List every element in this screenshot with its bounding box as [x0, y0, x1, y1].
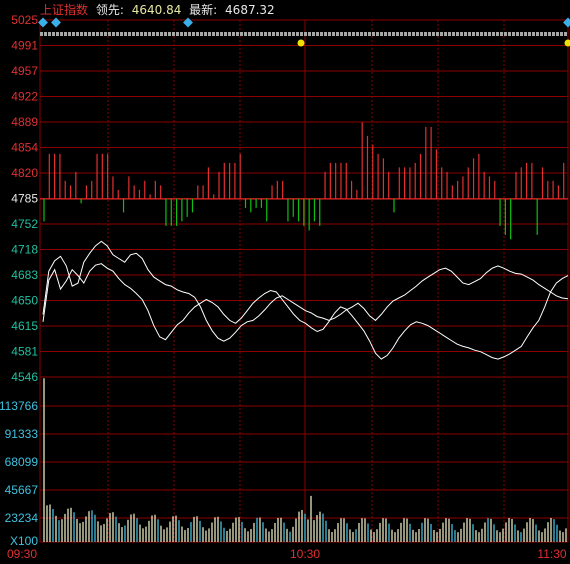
- lead-value: 4640.84: [131, 3, 182, 17]
- price-tick-label: 4581: [11, 345, 38, 359]
- time-tick-label: 10:30: [290, 547, 320, 561]
- volume-tick-label: 45667: [5, 483, 39, 497]
- event-diamond: [51, 17, 61, 28]
- price-tick-label: 4718: [11, 243, 38, 257]
- price-tick-label: 4546: [11, 370, 38, 384]
- chart-header: 上证指数 领先: 4640.84 最新: 4687.32: [40, 1, 279, 18]
- latest-label: 最新:: [189, 3, 218, 17]
- event-diamond: [563, 17, 570, 28]
- price-tick-label: 4957: [11, 64, 38, 78]
- axis-labels: 5025 4991 4957 4922 4889 4854 4820 4785 4752 4718…: [0, 13, 567, 561]
- price-tick-label: 4820: [11, 166, 38, 180]
- price-tick-label: 4650: [11, 294, 38, 308]
- time-tick-label: 11:30: [537, 547, 566, 561]
- event-dot: [297, 39, 305, 47]
- volume-tick-label: 68099: [5, 455, 39, 469]
- price-tick-label: 4889: [11, 115, 38, 129]
- price-tick-label: 4752: [11, 217, 38, 231]
- intraday-chart: 5025 4991 4957 4922 4889 4854 4820 4785 4752 4718…: [0, 13, 570, 561]
- price-tick-label: 4615: [11, 319, 38, 333]
- price-tick-label: 4854: [11, 141, 38, 155]
- event-strip: [38, 17, 570, 47]
- index-name: 上证指数: [40, 3, 89, 17]
- time-tick-label: 09:30: [7, 547, 37, 561]
- chart-grid: [39, 19, 569, 543]
- volume-unit-label: X100: [10, 534, 38, 548]
- strength-bars: [43, 122, 565, 240]
- price-tick-label: 4683: [11, 268, 38, 282]
- price-tick-label: 4785: [11, 192, 38, 206]
- volume-tick-label: 91333: [5, 427, 39, 441]
- lead-label: 领先:: [95, 3, 124, 17]
- volume-tick-label: 23234: [5, 511, 39, 525]
- price-tick-label: 5025: [11, 13, 38, 27]
- event-diamond: [183, 17, 193, 28]
- latest-value: 4687.32: [225, 3, 275, 17]
- volume-tick-label: 113766: [0, 399, 38, 413]
- price-tick-label: 4922: [11, 90, 38, 104]
- price-tick-label: 4991: [11, 39, 38, 53]
